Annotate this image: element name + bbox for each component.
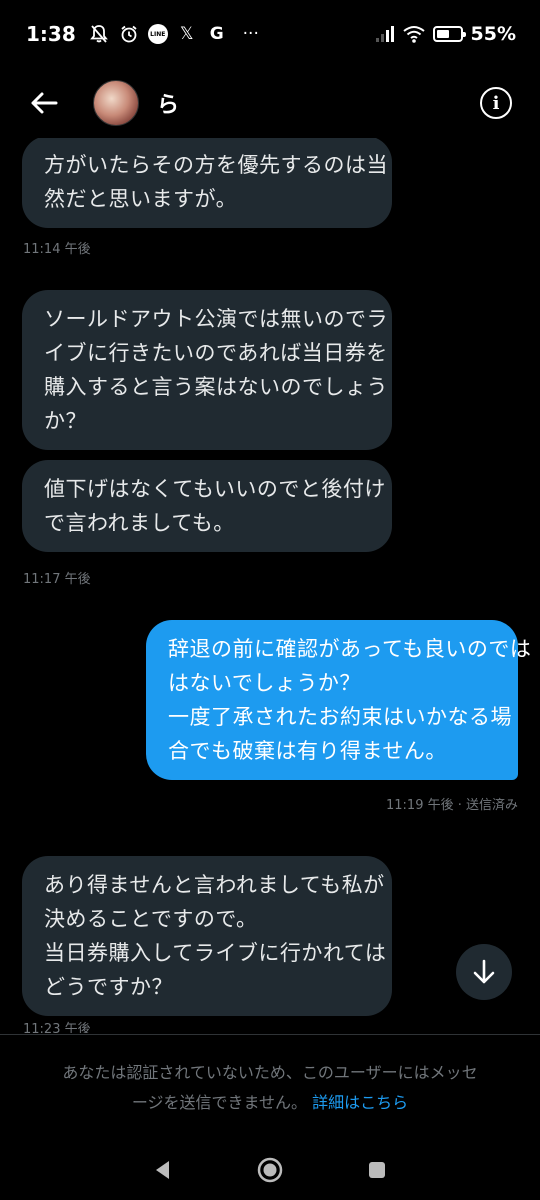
battery-fill <box>436 30 449 38</box>
status-left: 1:38 LINE 𝕏 G ··· <box>26 22 266 46</box>
status-bar: 1:38 LINE 𝕏 G ··· 55% <box>0 0 540 68</box>
message-line: ソールドアウト公演では無いのでラ <box>44 307 388 331</box>
message-line: はないでしょうか？ <box>168 671 361 695</box>
line-app-icon: LINE <box>147 24 168 44</box>
back-button[interactable] <box>22 81 66 125</box>
muted-notification-icon <box>88 23 110 45</box>
message-line: 辞退の前に確認があっても良いのでは <box>168 637 532 661</box>
nav-back-icon[interactable] <box>151 1158 175 1182</box>
google-app-icon: G <box>209 24 224 44</box>
message-bubble-sent[interactable]: 辞退の前に確認があっても良いのでは はないでしょうか？ 一度了承されたお約束はい… <box>146 620 532 780</box>
message-timestamp: 11:17 午後 <box>23 572 91 587</box>
dm-restriction-notice: あなたは認証されていないため、このユーザーにはメッセ ージを送信できません。 詳… <box>0 1058 540 1118</box>
status-time: 1:38 <box>26 22 76 46</box>
message-list[interactable]: 方がいたらその方を優先するのは当 然だと思いますが。 11:14 午後 ソールド… <box>0 138 540 1033</box>
message-line: 決めることですので。 <box>44 907 258 931</box>
message-line: 購入すると言う案はないのでしょう <box>44 375 388 399</box>
back-arrow-icon <box>31 92 58 114</box>
message-timestamp: 11:14 午後 <box>23 242 91 257</box>
conversation-header: ら i <box>0 68 540 138</box>
message-bubble[interactable]: 値下げはなくてもいいのでと後付け で言われましても。 <box>22 460 392 552</box>
message-line: イブに行きたいのであれば当日券を <box>44 341 388 365</box>
status-right: 55% <box>373 23 516 45</box>
message-line: か？ <box>44 409 87 433</box>
message-line: 当日券購入してライブに行かれては <box>44 941 387 965</box>
divider <box>0 1034 540 1035</box>
message-line: 合でも破棄は有り得ません。 <box>168 739 447 763</box>
message-line: 然だと思いますが。 <box>44 187 238 211</box>
notice-line: あなたは認証されていないため、このユーザーにはメッセ <box>62 1063 478 1082</box>
message-bubble[interactable]: ソールドアウト公演では無いのでラ イブに行きたいのであれば当日券を 購入すると言… <box>22 290 392 450</box>
message-bubble[interactable]: 方がいたらその方を優先するのは当 然だと思いますが。 <box>22 138 392 228</box>
x-app-icon: 𝕏 <box>179 24 194 44</box>
info-icon: i <box>492 92 500 114</box>
battery-icon <box>432 26 466 42</box>
battery-percent: 55% <box>470 23 516 45</box>
nav-home-icon[interactable] <box>256 1156 284 1184</box>
message-timestamp-sent: 11:19 午後 · 送信済み <box>386 798 518 813</box>
cell-signal-icon <box>373 23 395 45</box>
wifi-icon <box>402 23 425 45</box>
message-bubble[interactable]: あり得ませんと言われましても私が 決めることですので。 当日券購入してライブに行… <box>22 856 392 1016</box>
more-notifications-icon: ··· <box>242 24 259 44</box>
avatar[interactable] <box>93 80 139 126</box>
conversation-username[interactable]: ら <box>157 87 179 119</box>
message-line: 値下げはなくてもいいのでと後付け <box>44 477 386 501</box>
nav-recents-icon[interactable] <box>365 1158 389 1182</box>
message-line: どうですか？ <box>44 975 173 999</box>
message-timestamp: 11:23 午後 <box>23 1022 91 1033</box>
arrow-down-icon <box>473 959 495 984</box>
message-line: 一度了承されたお約束はいかなる場 <box>168 705 512 729</box>
learn-more-link[interactable]: 詳細はこちら <box>312 1093 408 1112</box>
info-button[interactable]: i <box>480 87 512 119</box>
notice-line: ージを送信できません。 <box>131 1093 308 1112</box>
alarm-icon <box>118 23 140 45</box>
system-navigation-bar <box>0 1140 540 1200</box>
scroll-to-bottom-button[interactable] <box>456 944 512 1000</box>
message-line: 方がいたらその方を優先するのは当 <box>44 153 388 177</box>
message-line: あり得ませんと言われましても私が <box>44 873 385 897</box>
message-line: で言われましても。 <box>44 511 235 535</box>
